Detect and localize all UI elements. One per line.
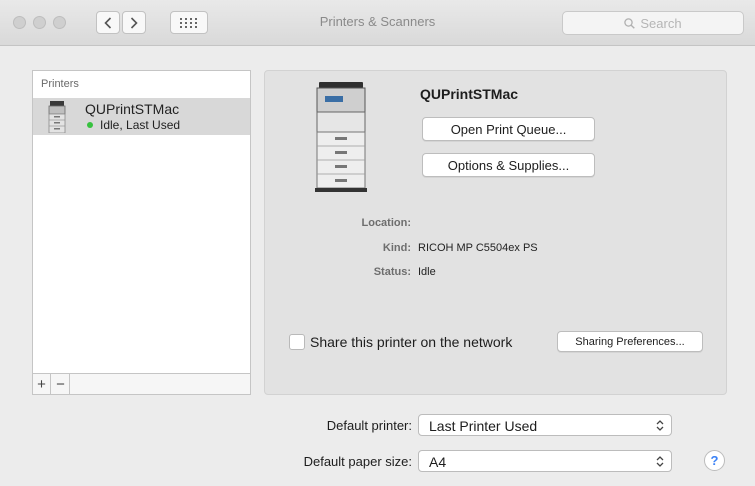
default-printer-label: Default printer: xyxy=(326,418,412,433)
printer-status: Idle, Last Used xyxy=(87,118,180,132)
printer-large-icon xyxy=(315,82,367,192)
printer-status-text: Idle, Last Used xyxy=(100,118,181,132)
status-value: Idle xyxy=(418,266,436,278)
search-field[interactable]: Search xyxy=(562,11,744,35)
select-arrows-icon xyxy=(656,420,664,431)
search-placeholder: Search xyxy=(640,15,682,31)
default-printer-select[interactable]: Last Printer Used xyxy=(418,414,672,436)
paper-size-select[interactable]: A4 xyxy=(418,450,672,472)
title-bar: Printers & Scanners Search xyxy=(0,0,755,46)
kind-value: RICOH MP C5504ex PS xyxy=(418,242,538,254)
kind-label: Kind: xyxy=(382,242,411,254)
add-printer-button[interactable]: + xyxy=(33,374,51,394)
search-icon xyxy=(624,17,636,29)
printer-list-toolbar: + − xyxy=(32,373,251,395)
default-printer-value: Last Printer Used xyxy=(429,418,538,434)
printer-icon xyxy=(48,101,66,133)
remove-printer-button[interactable]: − xyxy=(52,374,70,394)
help-button[interactable]: ? xyxy=(704,450,725,471)
printer-list-header: Printers xyxy=(41,78,79,90)
paper-size-label: Default paper size: xyxy=(303,454,412,469)
share-printer-label[interactable]: Share this printer on the network xyxy=(310,334,512,350)
printer-list: Printers QUPrintSTMac Idle, Last Used xyxy=(32,70,251,373)
selected-printer-name: QUPrintSTMac xyxy=(420,86,519,102)
location-label: Location: xyxy=(361,217,412,229)
share-printer-checkbox[interactable] xyxy=(289,334,305,350)
select-arrows-icon xyxy=(656,456,664,467)
options-supplies-button[interactable]: Options & Supplies... xyxy=(422,153,595,177)
sharing-preferences-button[interactable]: Sharing Preferences... xyxy=(557,331,703,352)
open-print-queue-button[interactable]: Open Print Queue... xyxy=(422,117,595,141)
paper-size-value: A4 xyxy=(429,454,447,470)
printer-list-item[interactable]: QUPrintSTMac Idle, Last Used xyxy=(33,98,250,135)
status-dot-icon xyxy=(87,122,93,128)
printer-name: QUPrintSTMac xyxy=(85,101,180,117)
status-label: Status: xyxy=(373,266,411,278)
